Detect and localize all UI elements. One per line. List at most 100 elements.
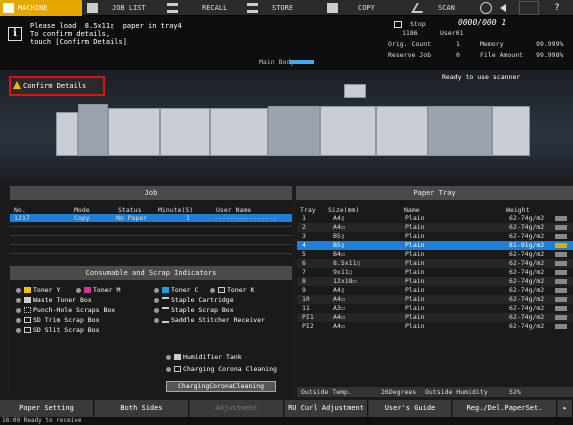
orig-count: 1 [456, 40, 460, 48]
sd-slit-box-indicator: SD Slit Scrap Box [16, 326, 100, 334]
tab-job-list[interactable]: JOB LIST [84, 0, 162, 16]
speaker-icon[interactable] [500, 4, 506, 12]
charging-corona-cleaning-button[interactable]: ChargingCoronaCleaning [166, 381, 276, 392]
job-list-icon [87, 3, 98, 13]
tray-row[interactable]: 9 A4▯ Plain 62-74g/m2 [297, 286, 573, 295]
next-arrow-icon[interactable]: ▸ [558, 400, 573, 417]
staple-scrap-icon [162, 307, 169, 313]
sd-trim-icon [24, 317, 31, 323]
job-row[interactable]: 1217 Copy No Paper 1 ---------------- [10, 214, 292, 222]
status-box: Stop 0000/000 1 1186 User01 Orig. Count … [386, 18, 573, 68]
both-sides-button[interactable]: Both Sides [95, 400, 189, 417]
staple-cartridge-indicator: Staple Cartridge [154, 296, 234, 304]
info-icon: i [8, 27, 22, 41]
paper-level-gauge [555, 216, 567, 221]
machine-module [78, 104, 108, 156]
toner-m-indicator: Toner M [76, 286, 120, 294]
memory-label: Memory [480, 40, 504, 48]
ready-status: Ready to use scanner [442, 73, 521, 81]
saddle-stitcher-indicator: Saddle Stitcher Receiver [154, 316, 265, 324]
paper-level-gauge [555, 234, 567, 239]
help-icon[interactable]: ? [547, 1, 567, 15]
saddle-stitcher-icon [162, 317, 169, 323]
col-name: Name [404, 206, 420, 214]
col-weight: Weight [506, 206, 530, 214]
tray-row[interactable]: 10 A4▭ Plain 62-74g/m2 [297, 295, 573, 304]
tray-row[interactable]: 7 9x11▯ Plain 62-74g/m2 [297, 268, 573, 277]
tray-row[interactable]: 5 B4▭ Plain 62-74g/m2 [297, 250, 573, 259]
tab-store[interactable]: STORE [244, 0, 322, 16]
paper-level-gauge [555, 270, 567, 275]
bottom-bar: Paper Setting Both Sides Adjustment RU C… [0, 400, 573, 417]
file-amount-value: 99.998% [536, 51, 564, 59]
machine-module [320, 106, 376, 156]
tray-row[interactable]: 8 12x18▭ Plain 62-74g/m2 [297, 277, 573, 286]
punch-hole-box-indicator: Punch-Hole Scraps Box [16, 306, 115, 314]
machine-module [160, 108, 210, 156]
paper-level-gauge [555, 225, 567, 230]
tray-row[interactable]: 3 B5▯ Plain 62-74g/m2 [297, 232, 573, 241]
toner-k-indicator: Toner K [210, 286, 254, 294]
tray-row[interactable]: 4 B5▯ Plain 81-91g/m2 [297, 241, 573, 250]
punch-icon [24, 307, 31, 313]
col-tray: Tray [300, 206, 316, 214]
tab-recall[interactable]: RECALL [164, 0, 242, 16]
waste-toner-box-indicator: Waste Toner Box [16, 296, 92, 304]
paper-level-gauge [555, 297, 567, 302]
store-icon [247, 3, 258, 13]
tray-row[interactable]: 2 A4▭ Plain 62-74g/m2 [297, 223, 573, 232]
warning-icon [13, 81, 21, 89]
col-user-name: User Name [216, 206, 252, 214]
adjustment-button[interactable]: Adjustment [190, 400, 284, 417]
paper-tray-title: Paper Tray [296, 186, 573, 200]
paper-level-gauge [555, 243, 567, 248]
paper-level-gauge [555, 279, 567, 284]
paper-level-gauge [555, 288, 567, 293]
job-row-empty [10, 235, 292, 236]
staple-scrap-box-indicator: Staple Scrap Box [154, 306, 234, 314]
tray-row[interactable]: PI1 A4▭ Plain 62-74g/m2 [297, 313, 573, 322]
paper-level-gauge [555, 252, 567, 257]
reg-del-paper-set-button[interactable]: Reg./Del.PaperSet. [453, 400, 557, 417]
paper-level-gauge [555, 315, 567, 320]
tray-row[interactable]: 1 A4▯ Plain 62-74g/m2 [297, 214, 573, 223]
paper-level-gauge [555, 261, 567, 266]
paper-level-gauge [555, 306, 567, 311]
ru-curl-adjustment-button[interactable]: RU Curl Adjustment [285, 400, 368, 417]
scanner-unit [344, 84, 366, 98]
users-guide-button[interactable]: User's Guide [369, 400, 452, 417]
machine-module [210, 108, 268, 156]
corona-cleaning-indicator: Charging Corona Cleaning [166, 365, 277, 373]
tab-machine[interactable]: MACHINE [0, 0, 82, 16]
blank-key[interactable] [519, 1, 539, 15]
humidifier-icon [174, 354, 181, 360]
stop-state: Stop [410, 20, 426, 28]
tray-row[interactable]: 11 A3▭ Plain 62-74g/m2 [297, 304, 573, 313]
footer-status: 18:09 Ready to receive [0, 417, 573, 425]
toner-y-indicator: Toner Y [16, 286, 60, 294]
tray-row[interactable]: PI2 A4▭ Plain 62-74g/m2 [297, 322, 573, 331]
main-body-indicator [290, 60, 314, 64]
tab-scan[interactable]: SCAN [404, 0, 478, 16]
waste-toner-icon [24, 297, 31, 303]
paper-setting-button[interactable]: Paper Setting [0, 400, 94, 417]
machine-icon [3, 3, 14, 13]
globe-icon[interactable] [480, 2, 492, 14]
tab-copy[interactable]: COPY [324, 0, 402, 16]
copy-icon [327, 3, 338, 13]
machine-module [376, 106, 428, 156]
confirm-details-button[interactable]: Confirm Details [9, 76, 105, 96]
consumables-title: Consumable and Scrap Indicators [10, 266, 292, 280]
machine-module [492, 106, 530, 156]
staple-icon [162, 297, 169, 303]
toner-m-icon [84, 287, 91, 293]
machine-module [268, 106, 320, 156]
toner-y-icon [24, 287, 31, 293]
corona-icon [174, 366, 181, 372]
col-status: Status [118, 206, 142, 214]
job-counter: 0000/000 1 [458, 18, 507, 27]
machine-module [108, 108, 160, 156]
memory-value: 99.999% [536, 40, 564, 48]
tray-row[interactable]: 6 8.5x11▯ Plain 62-74g/m2 [297, 259, 573, 268]
top-tab-bar: MACHINE JOB LIST RECALL STORE COPY SCAN … [0, 0, 573, 16]
